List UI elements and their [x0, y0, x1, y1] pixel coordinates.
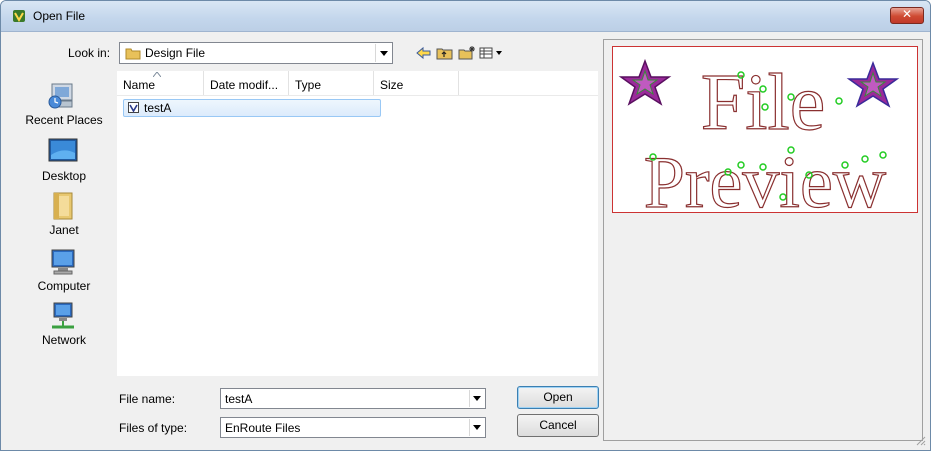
resize-grip-icon[interactable]: [914, 434, 926, 446]
place-label: Network: [41, 333, 86, 347]
chevron-down-icon[interactable]: [469, 419, 484, 436]
column-header-size[interactable]: Size: [374, 71, 459, 95]
network-icon: [52, 302, 74, 329]
place-recent-places[interactable]: Recent Places: [13, 81, 115, 129]
look-in-dropdown[interactable]: Design File: [119, 42, 393, 64]
place-computer[interactable]: Computer: [13, 247, 115, 295]
column-header-type[interactable]: Type: [289, 71, 374, 95]
preview-artwork: File Preview: [618, 58, 900, 212]
header-divider: [117, 95, 598, 96]
cancel-button[interactable]: Cancel: [517, 414, 599, 437]
folder-icon: [125, 48, 141, 60]
files-of-type-dropdown[interactable]: EnRoute Files: [220, 417, 486, 438]
app-icon: [13, 10, 25, 23]
place-label: Desktop: [41, 169, 87, 183]
look-in-value: Design File: [145, 46, 206, 60]
computer-icon: [51, 249, 75, 275]
user-folder-icon: [53, 192, 73, 220]
preview-pane: File Preview: [603, 39, 923, 441]
back-arrow-icon[interactable]: [415, 46, 433, 60]
preview-line1: File: [701, 59, 825, 147]
column-header-date[interactable]: Date modif...: [204, 71, 289, 95]
file-preview: File Preview: [612, 46, 918, 213]
file-list[interactable]: Name Date modif... Type Size testA: [117, 71, 598, 376]
look-in-label: Look in:: [68, 46, 111, 60]
open-file-dialog: Open File ✕ Look in: Design File Recent …: [0, 0, 931, 451]
file-name-combo[interactable]: testA: [220, 388, 486, 409]
files-of-type-label: Files of type:: [119, 421, 188, 435]
desktop-icon: [48, 138, 78, 162]
file-name-input[interactable]: testA: [225, 392, 252, 406]
chevron-down-icon[interactable]: [469, 390, 484, 407]
places-bar: Recent Places Desktop Janet Computer Net…: [13, 71, 115, 371]
window-title: Open File: [33, 9, 86, 23]
sort-ascending-icon: [153, 72, 161, 77]
place-label: Computer: [37, 279, 91, 293]
open-button[interactable]: Open: [517, 386, 599, 409]
place-network[interactable]: Network: [13, 301, 115, 349]
close-icon: ✕: [901, 7, 913, 21]
file-name-text: testA: [144, 101, 172, 115]
title-bar[interactable]: Open File ✕: [1, 1, 930, 32]
new-folder-icon[interactable]: [458, 46, 476, 60]
place-label: Janet: [49, 223, 79, 237]
preview-line2: Preview: [644, 142, 887, 212]
place-desktop[interactable]: Desktop: [13, 137, 115, 185]
close-button[interactable]: ✕: [890, 7, 924, 24]
chevron-down-icon[interactable]: [375, 44, 391, 62]
place-label: Recent Places: [25, 113, 103, 127]
place-janet[interactable]: Janet: [13, 191, 115, 239]
enroute-file-icon: [128, 102, 139, 113]
recent-places-icon: [48, 83, 73, 109]
view-menu-icon[interactable]: [479, 46, 505, 60]
list-item[interactable]: testA: [123, 99, 381, 117]
file-name-label: File name:: [119, 392, 176, 406]
files-of-type-value: EnRoute Files: [225, 421, 301, 435]
column-header-name[interactable]: Name: [117, 71, 204, 95]
up-folder-icon[interactable]: [436, 46, 454, 60]
